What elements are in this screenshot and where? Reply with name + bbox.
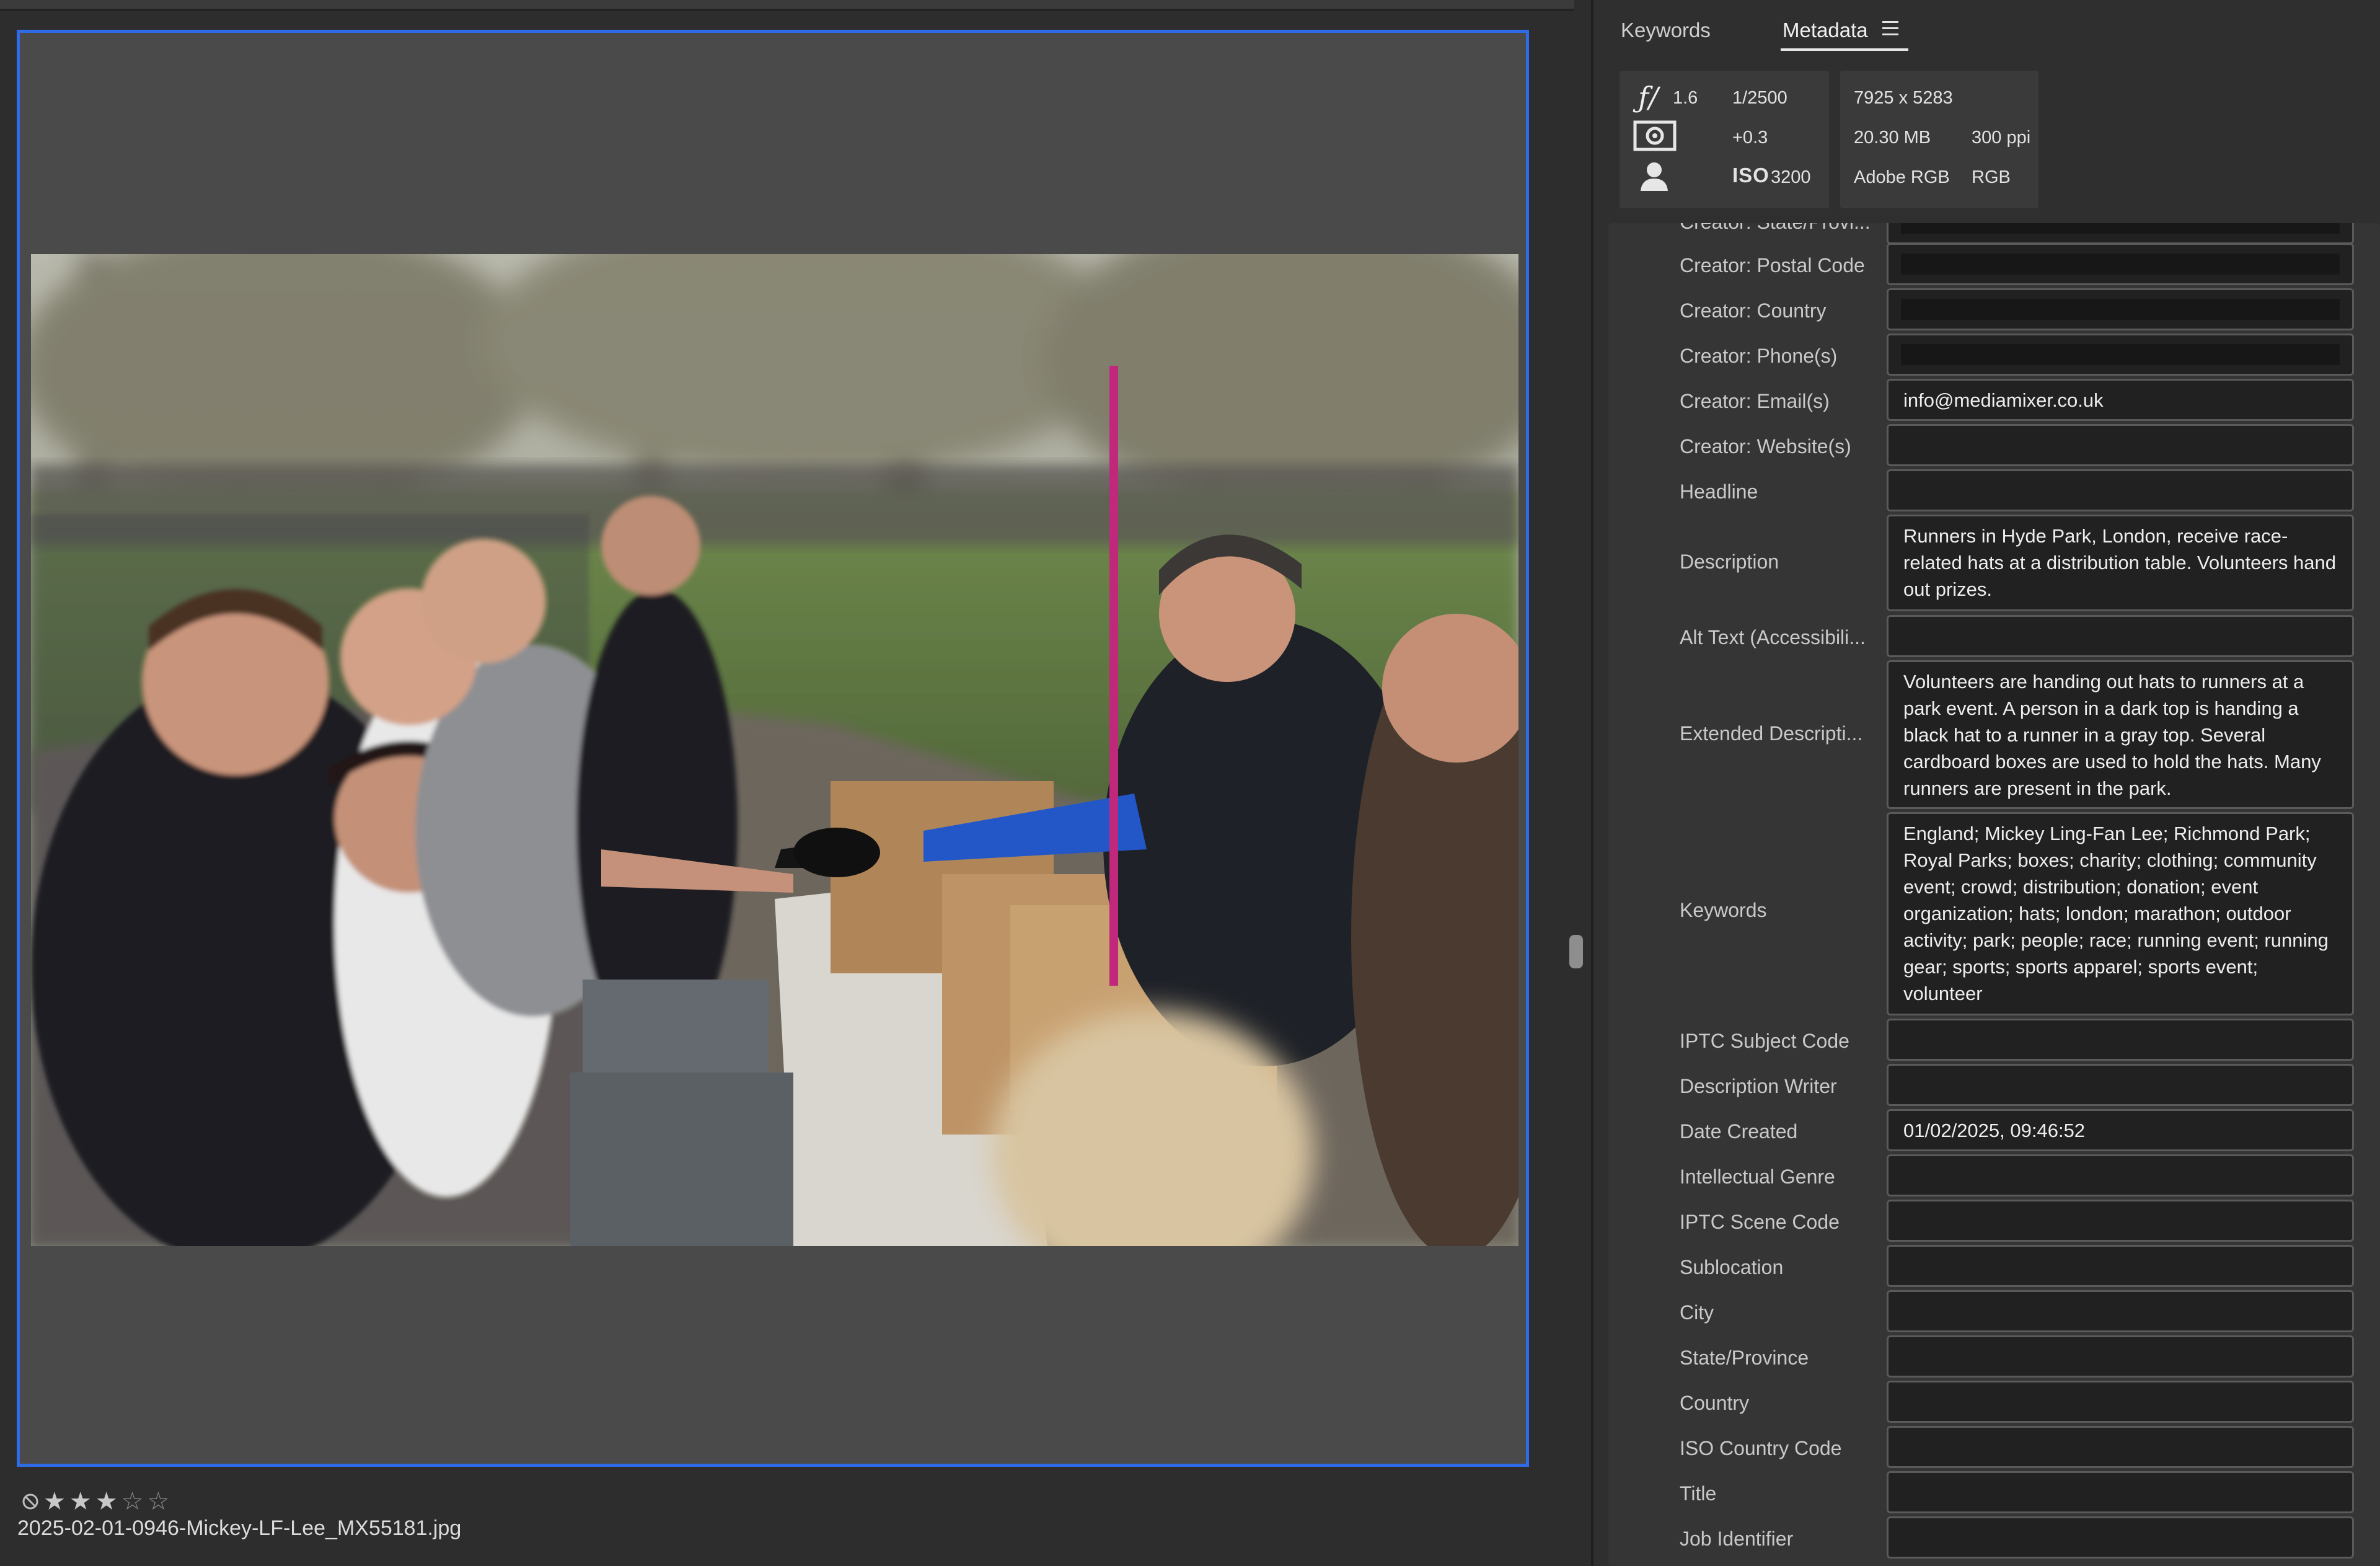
creator-website-field[interactable] [1887, 424, 2354, 466]
state-province-field[interactable] [1887, 1335, 2354, 1378]
preview-photo[interactable] [31, 254, 1518, 1246]
star-icon[interactable]: ☆ [147, 1489, 169, 1514]
field-label: Description [1680, 551, 1779, 573]
field-label: Alt Text (Accessibili... [1680, 626, 1866, 648]
iso-country-code-field[interactable] [1887, 1426, 2354, 1468]
field-row-creator-state: Creator: State/Provi... [1608, 223, 2380, 244]
intellectual-genre-field[interactable] [1887, 1154, 2354, 1197]
metadata-panel: Keywords Metadata ƒ/ 1.6 1/2500 +0.3 ISO… [1593, 0, 2380, 1566]
file-name: 2025-02-01-0946-Mickey-LF-Lee_MX55181.jp… [17, 1516, 462, 1540]
field-label: Intellectual Genre [1680, 1166, 1835, 1188]
field-label: IPTC Subject Code [1680, 1030, 1849, 1052]
field-label: Creator: Postal Code [1680, 254, 1865, 276]
creator-phone-field[interactable] [1887, 334, 2354, 376]
exif-camera-box: ƒ/ 1.6 1/2500 +0.3 ISO 3200 [1620, 71, 1829, 208]
rating-row: ★ ★ ★ ☆ ☆ [21, 1487, 169, 1516]
extended-description-field[interactable]: Volunteers are handing out hats to runne… [1887, 660, 2354, 809]
redacted-value [1901, 223, 2340, 234]
iso-value: 3200 [1771, 167, 1811, 187]
field-label: Title [1680, 1482, 1717, 1505]
star-icon[interactable]: ★ [95, 1489, 118, 1514]
description-writer-field[interactable] [1887, 1064, 2354, 1106]
resolution-value: 300 ppi [1972, 128, 2031, 148]
city-field[interactable] [1887, 1290, 2354, 1332]
dimensions-value: 7925 x 5283 [1854, 88, 1953, 108]
field-label: Description Writer [1680, 1075, 1837, 1097]
field-label: Creator: State/Provi... [1680, 223, 1871, 234]
iptc-subject-code-field[interactable] [1887, 1019, 2354, 1061]
star-icon[interactable]: ★ [69, 1489, 92, 1514]
tab-keywords[interactable]: Keywords [1621, 19, 1711, 42]
headline-field[interactable] [1887, 469, 2354, 511]
field-label: City [1680, 1301, 1714, 1324]
metering-icon [1633, 120, 1677, 154]
field-label: Headline [1680, 480, 1758, 503]
redacted-value [1901, 299, 2340, 320]
panel-divider [1574, 0, 1593, 1566]
image-preview-area: ★ ★ ★ ☆ ☆ 2025-02-01-0946-Mickey-LF-Lee_… [0, 11, 1574, 1566]
alt-text-field[interactable] [1887, 615, 2354, 657]
field-label: Creator: Email(s) [1680, 390, 1830, 412]
date-created-field[interactable]: 01/02/2025, 09:46:52 [1887, 1109, 2354, 1151]
file-size-value: 20.30 MB [1854, 128, 1931, 148]
field-label: Country [1680, 1392, 1750, 1414]
country-field[interactable] [1887, 1381, 2354, 1423]
color-mode-value: RGB [1972, 167, 2011, 187]
sublocation-field[interactable] [1887, 1245, 2354, 1287]
active-tab-underline [1781, 48, 1908, 51]
field-label: Date Created [1680, 1120, 1798, 1143]
exif-file-box: 7925 x 5283 20.30 MB 300 ppi Adobe RGB R… [1840, 71, 2038, 208]
job-identifier-field[interactable] [1887, 1516, 2354, 1559]
field-label: Creator: Website(s) [1680, 435, 1851, 458]
title-field[interactable] [1887, 1471, 2354, 1513]
shutter-value: 1/2500 [1732, 88, 1787, 108]
person-icon [1638, 160, 1670, 195]
panel-tabs: Keywords Metadata [1593, 0, 2380, 57]
creator-email-field[interactable]: info@mediamixer.co.uk [1887, 379, 2354, 421]
field-label: Creator: Country [1680, 299, 1827, 322]
menu-icon[interactable] [1882, 21, 1898, 36]
tab-metadata[interactable]: Metadata [1783, 19, 1868, 42]
field-label: Job Identifier [1680, 1528, 1794, 1550]
field-label: Sublocation [1680, 1256, 1784, 1278]
field-label: ISO Country Code [1680, 1437, 1842, 1459]
creator-postal-code-field[interactable] [1887, 243, 2354, 285]
top-rule [0, 0, 1574, 11]
iptc-scene-code-field[interactable] [1887, 1200, 2354, 1242]
exposure-comp-value: +0.3 [1732, 128, 1768, 148]
photo-illustration [31, 254, 1518, 1246]
field-label: Creator: Phone(s) [1680, 345, 1838, 367]
creator-state-field[interactable] [1887, 223, 2354, 244]
star-icon[interactable]: ★ [43, 1489, 66, 1514]
field-label: IPTC Scene Code [1680, 1211, 1840, 1233]
field-label: Extended Descripti... [1680, 722, 1863, 745]
reject-icon[interactable] [21, 1492, 40, 1511]
keywords-field[interactable]: England; Mickey Ling-Fan Lee; Richmond P… [1887, 812, 2354, 1015]
metadata-fields: Creator: State/Provi... Creator: Postal … [1608, 223, 2380, 1566]
color-profile-value: Adobe RGB [1854, 167, 1950, 187]
aperture-icon: ƒ/ [1638, 81, 1659, 114]
field-label: State/Province [1680, 1347, 1809, 1369]
aperture-value: 1.6 [1673, 88, 1698, 108]
resize-handle[interactable] [1569, 935, 1583, 968]
star-icon[interactable]: ☆ [121, 1489, 144, 1514]
redacted-value [1901, 344, 2340, 365]
creator-country-field[interactable] [1887, 288, 2354, 330]
description-field[interactable]: Runners in Hyde Park, London, receive ra… [1887, 515, 2354, 611]
iso-label: ISO [1732, 164, 1770, 187]
redacted-value [1901, 254, 2340, 275]
field-label: Keywords [1680, 899, 1767, 921]
